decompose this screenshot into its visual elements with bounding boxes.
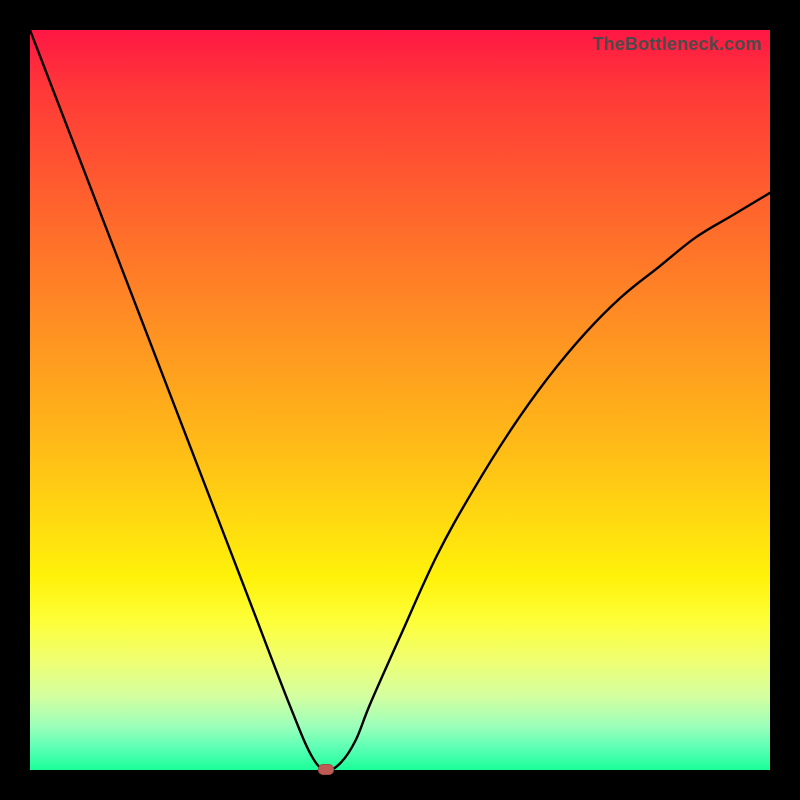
bottleneck-curve: [30, 30, 770, 770]
chart-container: TheBottleneck.com: [0, 0, 800, 800]
plot-area: TheBottleneck.com: [30, 30, 770, 770]
minimum-marker: [318, 764, 334, 775]
curve-svg: [30, 30, 770, 770]
